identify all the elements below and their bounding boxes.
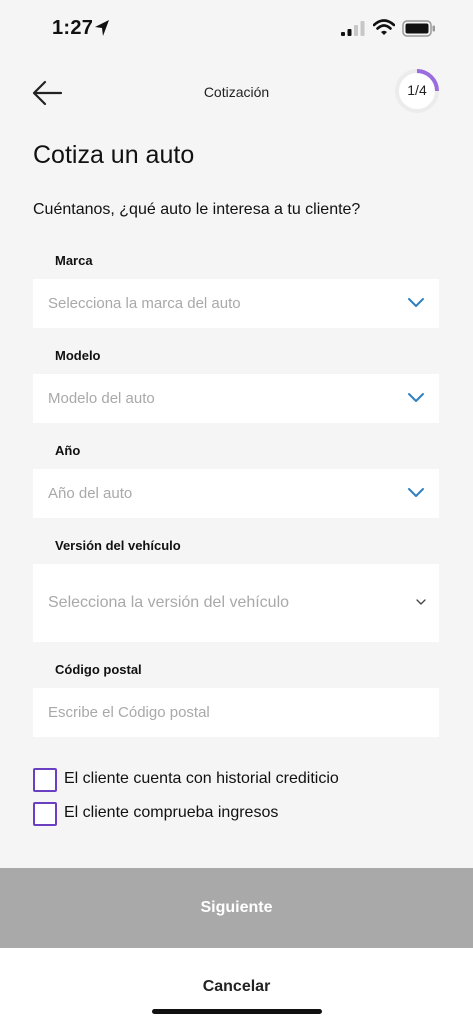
historial-crediticio-checkbox[interactable]: [33, 768, 57, 792]
version-placeholder: Selecciona la versión del vehículo: [48, 594, 290, 611]
progress-current: 1: [407, 82, 416, 98]
chevron-down-icon: [416, 599, 426, 605]
comprueba-ingresos-checkbox[interactable]: [33, 802, 57, 826]
battery-icon: [402, 20, 435, 37]
codigo-postal-input[interactable]: Escribe el Código postal: [33, 688, 439, 737]
version-label: Versión del vehículo: [55, 538, 181, 553]
progress-total: 4: [418, 82, 427, 98]
cellular-signal-icon: [341, 21, 365, 36]
wifi-icon: [373, 19, 395, 35]
home-indicator: [152, 1009, 322, 1014]
cancel-button[interactable]: Cancelar: [0, 978, 473, 996]
anio-label: Año: [55, 443, 81, 458]
chevron-down-icon: [408, 298, 424, 307]
historial-crediticio-label: El cliente cuenta con historial creditic…: [64, 770, 339, 787]
marca-select[interactable]: Selecciona la marca del auto: [33, 279, 439, 328]
page-subtitle: Cuéntanos, ¿qué auto le interesa a tu cl…: [33, 201, 361, 218]
codigo-postal-placeholder: Escribe el Código postal: [48, 704, 210, 721]
marca-placeholder: Selecciona la marca del auto: [48, 295, 241, 312]
modelo-label: Modelo: [55, 348, 101, 363]
progress-text: 1/4: [394, 82, 440, 98]
version-select[interactable]: Selecciona la versión del vehículo: [33, 564, 439, 642]
chevron-down-icon: [408, 488, 424, 497]
modelo-select[interactable]: Modelo del auto: [33, 374, 439, 423]
codigo-postal-label: Código postal: [55, 662, 142, 677]
comprueba-ingresos-option[interactable]: El cliente comprueba ingresos: [33, 802, 313, 826]
historial-crediticio-option[interactable]: El cliente cuenta con historial creditic…: [33, 768, 373, 792]
marca-label: Marca: [55, 253, 93, 268]
next-button[interactable]: Siguiente: [0, 868, 473, 948]
page-title: Cotiza un auto: [33, 141, 195, 169]
anio-select[interactable]: Año del auto: [33, 469, 439, 518]
anio-placeholder: Año del auto: [48, 485, 133, 502]
location-arrow-icon: [95, 20, 109, 36]
modelo-placeholder: Modelo del auto: [48, 390, 155, 407]
status-time: 1:27: [52, 17, 94, 39]
chevron-down-icon: [408, 393, 424, 402]
status-bar: 1:27: [0, 0, 473, 58]
comprueba-ingresos-label: El cliente comprueba ingresos: [64, 804, 279, 821]
step-progress-indicator: 1/4: [394, 68, 440, 114]
